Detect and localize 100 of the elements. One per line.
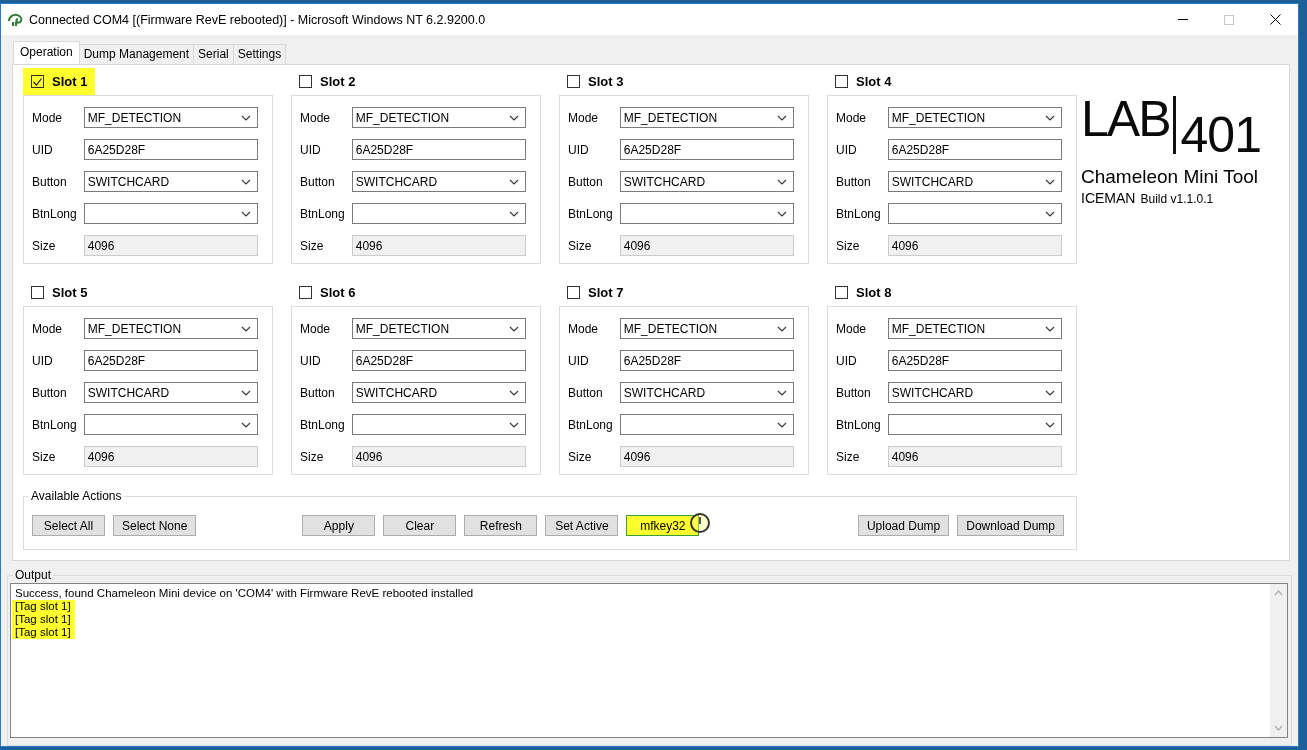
readonly-field: 4096 <box>83 446 258 467</box>
action-button[interactable]: Apply <box>302 515 376 536</box>
dropdown[interactable]: SWITCHCARD <box>887 171 1062 192</box>
readonly-field: 4096 <box>887 235 1062 256</box>
field-label: Size <box>32 449 57 464</box>
field-label: BtnLong <box>836 417 882 432</box>
dropdown[interactable]: SWITCHCARD <box>83 171 258 192</box>
slot-label: Slot 2 <box>320 74 356 89</box>
readonly-field: 4096 <box>619 446 794 467</box>
action-button[interactable]: mfkey32 <box>626 515 700 536</box>
dropdown[interactable]: MF_DETECTION <box>83 107 258 128</box>
dropdown[interactable]: MF_DETECTION <box>887 107 1062 128</box>
field-label: Button <box>568 385 604 400</box>
slot-label: Slot 8 <box>856 285 892 300</box>
input-field[interactable]: 6A25D28F <box>887 350 1062 371</box>
tab[interactable]: Settings <box>232 44 287 64</box>
dropdown[interactable]: MF_DETECTION <box>351 107 526 128</box>
dropdown[interactable]: SWITCHCARD <box>351 171 526 192</box>
field-label: Mode <box>32 321 64 336</box>
field-label: BtnLong <box>568 206 614 221</box>
field-label: Mode <box>300 321 332 336</box>
dropdown[interactable]: SWITCHCARD <box>619 171 794 192</box>
field-label: Button <box>32 385 68 400</box>
action-button[interactable]: Download Dump <box>957 515 1064 536</box>
logo: LAB 401 <box>1081 94 1261 160</box>
field-label: BtnLong <box>300 417 346 432</box>
dropdown[interactable]: SWITCHCARD <box>619 382 794 403</box>
field-label: Button <box>568 174 604 189</box>
input-field[interactable]: 6A25D28F <box>83 350 258 371</box>
slot-label: Slot 5 <box>52 285 88 300</box>
dropdown[interactable]: MF_DETECTION <box>619 318 794 339</box>
input-field[interactable]: 6A25D28F <box>619 139 794 160</box>
group-title: Output <box>13 567 54 582</box>
field-label: UID <box>300 142 322 157</box>
field-label: Size <box>836 449 861 464</box>
action-button[interactable]: Upload Dump <box>857 515 950 536</box>
log-line: Success, found Chameleon Mini device on 'COM4' with Firmware RevE rebooted installed <box>15 586 474 600</box>
field-label: BtnLong <box>836 206 882 221</box>
input-field[interactable]: 6A25D28F <box>887 139 1062 160</box>
product-name: Chameleon Mini Tool <box>1081 166 1260 188</box>
field-label: UID <box>32 353 54 368</box>
readonly-field: 4096 <box>351 446 526 467</box>
field-label: Mode <box>300 110 332 125</box>
dropdown[interactable]: SWITCHCARD <box>351 382 526 403</box>
slot-label: Slot 7 <box>588 285 624 300</box>
field-label: Button <box>300 385 336 400</box>
field-label: Size <box>568 449 593 464</box>
field-label: Size <box>300 238 325 253</box>
dropdown[interactable]: MF_DETECTION <box>351 318 526 339</box>
field-label: UID <box>568 353 590 368</box>
group-title: Available Actions <box>29 489 124 503</box>
input-field[interactable]: 6A25D28F <box>351 350 526 371</box>
slot-label: Slot 1 <box>52 74 88 89</box>
field-label: UID <box>32 142 54 157</box>
field-label: BtnLong <box>32 417 78 432</box>
field-label: Size <box>300 449 325 464</box>
build-version: Build v1.1.0.1 <box>1140 192 1214 206</box>
field-label: Mode <box>836 321 868 336</box>
author-label: ICEMAN <box>1081 190 1136 206</box>
action-button[interactable]: Refresh <box>464 515 538 536</box>
dropdown[interactable]: MF_DETECTION <box>887 318 1062 339</box>
tab[interactable]: Dump Management <box>78 44 195 64</box>
field-label: UID <box>836 353 858 368</box>
field-label: Button <box>300 174 336 189</box>
field-label: BtnLong <box>32 206 78 221</box>
action-button[interactable]: Set Active <box>545 515 619 536</box>
field-label: Size <box>836 238 861 253</box>
field-label: Button <box>32 174 68 189</box>
slot-label: Slot 4 <box>856 74 892 89</box>
dropdown[interactable]: SWITCHCARD <box>887 382 1062 403</box>
field-label: Button <box>836 174 872 189</box>
input-field[interactable]: 6A25D28F <box>351 139 526 160</box>
slot-label: Slot 3 <box>588 74 624 89</box>
readonly-field: 4096 <box>83 235 258 256</box>
input-field[interactable]: 6A25D28F <box>83 139 258 160</box>
action-button[interactable]: Select None <box>113 515 197 536</box>
readonly-field: 4096 <box>887 446 1062 467</box>
readonly-field: 4096 <box>351 235 526 256</box>
field-label: Mode <box>568 321 600 336</box>
field-label: Mode <box>568 110 600 125</box>
field-label: Mode <box>836 110 868 125</box>
slot-label: Slot 6 <box>320 285 356 300</box>
field-label: BtnLong <box>568 417 614 432</box>
field-label: UID <box>836 142 858 157</box>
field-label: BtnLong <box>300 206 346 221</box>
field-label: UID <box>300 353 322 368</box>
action-button[interactable]: Clear <box>383 515 457 536</box>
window-title: Connected COM4 [(Firmware RevE rebooted)] - Microsoft Windows NT 6.2.9200.0 <box>29 12 487 27</box>
action-button[interactable]: Select All <box>32 515 105 536</box>
dropdown[interactable]: MF_DETECTION <box>619 107 794 128</box>
field-label: Mode <box>32 110 64 125</box>
field-label: Size <box>32 238 57 253</box>
tab[interactable]: Operation <box>13 41 80 64</box>
field-label: Size <box>568 238 593 253</box>
field-label: Button <box>836 385 872 400</box>
dropdown[interactable]: MF_DETECTION <box>83 318 258 339</box>
dropdown[interactable]: SWITCHCARD <box>83 382 258 403</box>
input-field[interactable]: 6A25D28F <box>619 350 794 371</box>
readonly-field: 4096 <box>619 235 794 256</box>
field-label: UID <box>568 142 590 157</box>
